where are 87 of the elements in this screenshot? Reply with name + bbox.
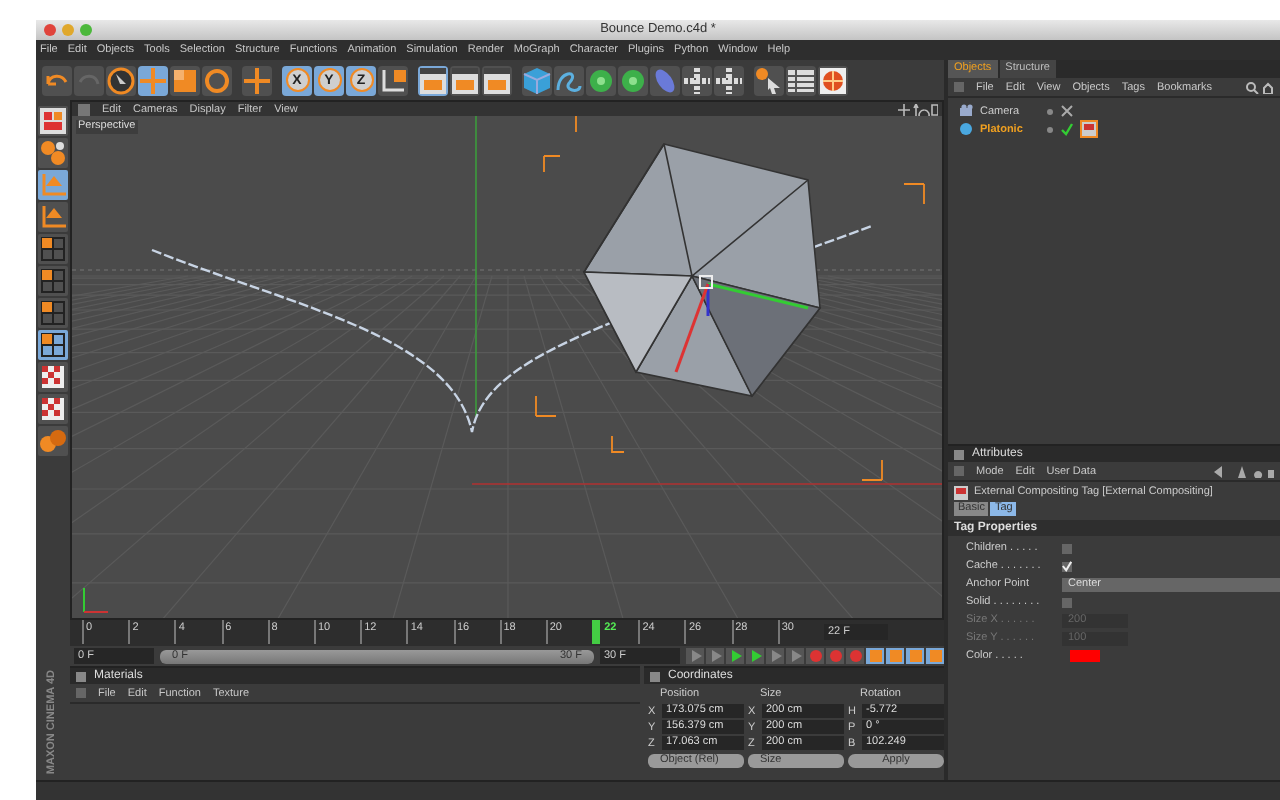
scale-square-icon	[170, 65, 200, 95]
grid-square-icon	[38, 234, 68, 264]
tag-icon	[954, 485, 968, 499]
close-button[interactable]	[44, 24, 56, 36]
toolbar-button[interactable]	[38, 298, 68, 328]
toolbar-button[interactable]	[242, 65, 272, 95]
toolbar-button[interactable]	[42, 65, 72, 95]
record-dot-icon	[849, 650, 861, 662]
grip-icon	[954, 466, 964, 476]
playback-button[interactable]	[726, 648, 744, 664]
checker-icon	[38, 362, 68, 392]
toolbar-button[interactable]	[818, 65, 848, 95]
rotate-ring-icon	[202, 65, 232, 95]
toolbar-button[interactable]	[482, 65, 512, 95]
toolbar-button[interactable]	[38, 266, 68, 296]
toolbar-button[interactable]	[450, 65, 480, 95]
clapper-icon	[450, 65, 480, 95]
grip-icon	[78, 103, 90, 115]
record-dot-icon	[829, 650, 841, 662]
visibility-dot-icon	[1046, 107, 1054, 115]
toolbar-button[interactable]	[170, 65, 200, 95]
table-icon	[786, 65, 816, 95]
camera-icon	[960, 104, 974, 118]
grid-square-icon	[38, 298, 68, 328]
cube-icon	[522, 65, 552, 95]
toolbar-button[interactable]	[586, 65, 616, 95]
toolbar-button[interactable]	[38, 394, 68, 424]
torus-icon	[586, 65, 616, 95]
axis-corner-icon	[38, 202, 68, 232]
key-square-icon	[869, 650, 881, 662]
grid-square-icon	[38, 266, 68, 296]
checker-icon	[38, 394, 68, 424]
playback-button[interactable]	[746, 648, 764, 664]
toolbar-button[interactable]	[618, 65, 648, 95]
checkmark-icon	[1062, 560, 1072, 572]
cursor-circle-icon	[106, 65, 136, 95]
panel-grip-icon	[954, 449, 964, 459]
toolbar-button[interactable]	[138, 65, 168, 95]
panel-grip-icon	[650, 671, 660, 681]
cursor-icon	[754, 65, 784, 95]
checkbox[interactable]	[1062, 543, 1072, 553]
axis-indicator-icon	[83, 587, 109, 613]
torus-icon	[618, 65, 648, 95]
key-square-icon	[889, 650, 901, 662]
toolbar-button[interactable]	[754, 65, 784, 95]
toolbar-button[interactable]	[38, 106, 68, 136]
checkbox[interactable]	[1062, 597, 1072, 607]
globe-icon	[818, 65, 848, 95]
clapper-icon	[482, 65, 512, 95]
color-swatch[interactable]	[1070, 650, 1100, 662]
move-gizmo	[674, 275, 809, 373]
toolbar-button[interactable]	[786, 65, 816, 95]
tag-icon	[1080, 120, 1098, 138]
toolbar-button[interactable]	[418, 65, 448, 95]
layout-grid-icon	[38, 106, 68, 136]
key-square-icon	[909, 650, 921, 662]
record-dot-icon	[809, 650, 821, 662]
search-icon	[1246, 81, 1274, 93]
toolbar-button[interactable]	[106, 65, 136, 95]
navigation-icon	[1214, 465, 1274, 477]
toolbar-button[interactable]	[38, 362, 68, 392]
dotted-cross-icon	[682, 65, 712, 95]
toolbar-button[interactable]	[38, 138, 68, 168]
toolbar-button[interactable]	[522, 65, 552, 95]
coordinate-axis-icon	[378, 65, 408, 95]
toolbar-button[interactable]	[38, 330, 68, 360]
dotted-cross-icon	[714, 65, 744, 95]
toolbar-button[interactable]	[554, 65, 584, 95]
sphere-icon	[960, 122, 974, 136]
move-cross-icon	[242, 65, 272, 95]
checkbox[interactable]	[1062, 561, 1072, 571]
spheres-icon	[38, 426, 68, 456]
move-cross-icon	[138, 65, 168, 95]
toolbar-button[interactable]	[378, 65, 408, 95]
toolbar-button[interactable]	[202, 65, 232, 95]
grip-icon	[76, 688, 86, 698]
axis-corner-icon	[38, 170, 68, 200]
spheres-cluster-icon	[38, 138, 68, 168]
capsule-icon	[650, 65, 680, 95]
panel-grip-icon	[76, 671, 86, 681]
view-navigation-icon	[898, 103, 938, 115]
clapper-icon	[418, 65, 448, 95]
grip-icon	[954, 82, 964, 92]
visibility-dot-icon	[1046, 125, 1054, 133]
toolbar-button[interactable]	[38, 234, 68, 264]
key-square-icon	[929, 650, 941, 662]
grid-square-icon	[38, 330, 68, 360]
